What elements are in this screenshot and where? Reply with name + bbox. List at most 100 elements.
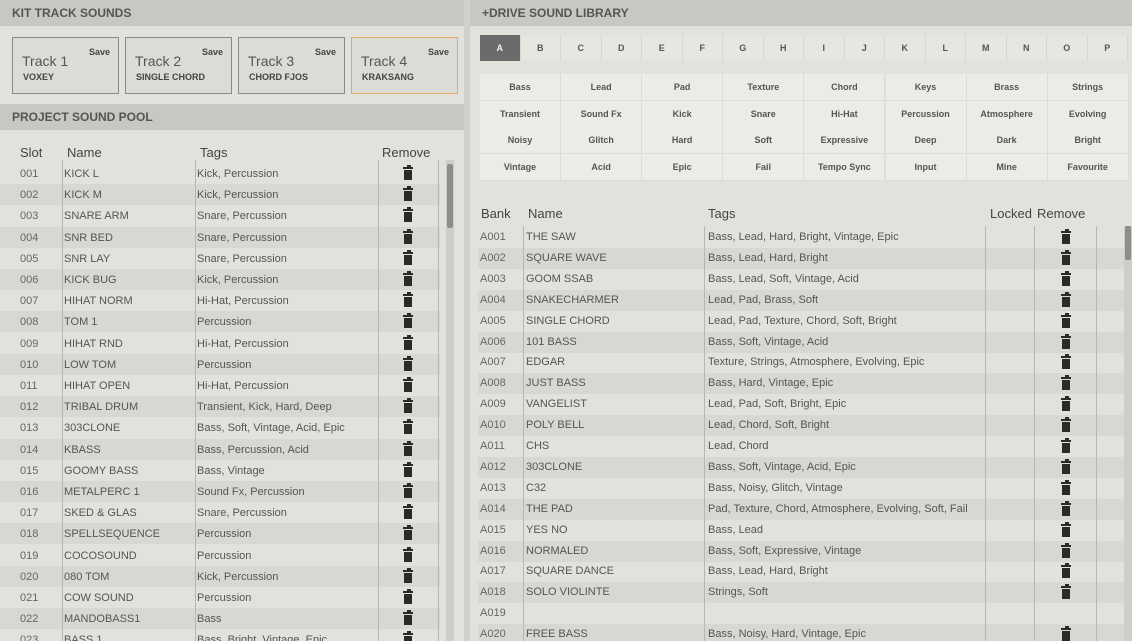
tag-filter-button[interactable]: Acid: [561, 154, 643, 182]
tag-filter-button[interactable]: Vintage: [480, 154, 561, 182]
column-header-tags[interactable]: Tags: [200, 145, 227, 160]
column-header-tags[interactable]: Tags: [708, 206, 735, 221]
letter-tab-i[interactable]: I: [804, 35, 845, 61]
tag-filter-button[interactable]: Soft: [723, 127, 805, 155]
trash-icon[interactable]: [403, 186, 413, 202]
letter-tab-a[interactable]: A: [480, 35, 521, 61]
trash-icon[interactable]: [403, 271, 413, 286]
tag-filter-button[interactable]: Pad: [642, 74, 724, 101]
table-row[interactable]: 016 METALPERC 1 Sound Fx, Percussion: [0, 481, 440, 502]
table-row[interactable]: 013 303CLONE Bass, Soft, Vintage, Acid, Ep…: [0, 417, 440, 438]
trash-icon[interactable]: [1061, 354, 1071, 370]
save-button[interactable]: Save: [89, 47, 110, 57]
letter-tab-l[interactable]: L: [925, 35, 966, 61]
table-row[interactable]: A012 303CLONE Bass, Soft, Vintage, Acid, E…: [478, 456, 1124, 478]
trash-icon[interactable]: [1061, 438, 1071, 453]
table-row[interactable]: A020 FREE BASS Bass, Noisy, Hard, Vintage,…: [478, 624, 1124, 641]
tag-filter-button[interactable]: Strings: [1047, 74, 1129, 101]
tag-filter-button[interactable]: Lead: [561, 74, 643, 101]
tag-filter-button[interactable]: Texture: [723, 74, 805, 101]
trash-icon[interactable]: [1061, 479, 1071, 495]
trash-icon[interactable]: [1061, 312, 1071, 328]
letter-tab-k[interactable]: K: [885, 35, 926, 61]
tag-filter-button[interactable]: Transient: [480, 100, 561, 128]
save-button[interactable]: Save: [202, 47, 223, 57]
trash-icon[interactable]: [403, 398, 413, 414]
trash-icon[interactable]: [1061, 458, 1071, 474]
trash-icon[interactable]: [403, 313, 413, 329]
tag-filter-button[interactable]: Hard: [642, 127, 724, 155]
trash-icon[interactable]: [403, 228, 413, 244]
letter-tab-m[interactable]: M: [966, 35, 1007, 61]
table-row[interactable]: A014 THE PAD Pad, Texture, Chord, Atmosphe…: [478, 498, 1124, 520]
table-row[interactable]: A013 C32 Bass, Noisy, Glitch, Vintage: [478, 478, 1124, 499]
trash-icon[interactable]: [1061, 563, 1071, 579]
table-row[interactable]: 009 HIHAT RND Hi-Hat, Percussion: [0, 333, 440, 354]
tag-filter-button[interactable]: Deep: [885, 127, 967, 155]
tag-filter-button[interactable]: Dark: [966, 127, 1048, 155]
tag-filter-button[interactable]: Hi-Hat: [804, 100, 886, 128]
trash-icon[interactable]: [403, 461, 413, 477]
letter-tab-j[interactable]: J: [844, 35, 885, 61]
tag-filter-button[interactable]: Input: [885, 154, 967, 182]
table-row[interactable]: 020 080 TOM Kick, Percussion: [0, 565, 440, 587]
trash-icon[interactable]: [403, 334, 413, 350]
table-row[interactable]: A011 CHS Lead, Chord: [478, 436, 1124, 457]
table-row[interactable]: A009 VANGELIST Lead, Pad, Soft, Bright, Ep…: [478, 394, 1124, 415]
trash-icon[interactable]: [403, 483, 413, 498]
tag-filter-button[interactable]: Keys: [885, 74, 967, 101]
letter-tab-b[interactable]: B: [520, 35, 561, 61]
trash-icon[interactable]: [1061, 500, 1071, 516]
trash-icon[interactable]: [1061, 229, 1071, 244]
trash-icon[interactable]: [403, 355, 413, 371]
column-header-name[interactable]: Name: [528, 206, 563, 221]
trash-icon[interactable]: [403, 504, 413, 520]
trash-icon[interactable]: [403, 546, 413, 562]
pool-scrollbar-thumb[interactable]: [447, 164, 453, 228]
table-row[interactable]: 019 COCOSOUND Percussion: [0, 545, 440, 566]
pool-scrollbar[interactable]: [446, 160, 454, 641]
tag-filter-button[interactable]: Mine: [966, 154, 1048, 182]
library-scrollbar-thumb[interactable]: [1125, 226, 1131, 260]
table-row[interactable]: A001 THE SAW Bass, Lead, Hard, Bright, Vin…: [478, 227, 1124, 248]
trash-icon[interactable]: [1061, 521, 1071, 537]
table-row[interactable]: 001 KICK L Kick, Percussion: [0, 163, 440, 184]
table-row[interactable]: A006 101 BASS Bass, Soft, Vintage, Acid: [478, 331, 1124, 353]
table-row[interactable]: A004 SNAKECHARMER Lead, Pad, Brass, Soft: [478, 289, 1124, 311]
letter-tab-o[interactable]: O: [1047, 35, 1088, 61]
table-row[interactable]: 022 MANDOBASS1 Bass: [0, 608, 440, 630]
table-row[interactable]: A010 POLY BELL Lead, Chord, Soft, Bright: [478, 415, 1124, 437]
trash-icon[interactable]: [403, 207, 413, 223]
letter-tab-e[interactable]: E: [642, 35, 683, 61]
table-row[interactable]: A019: [478, 603, 1124, 624]
table-row[interactable]: 015 GOOMY BASS Bass, Vintage: [0, 460, 440, 481]
table-row[interactable]: 010 LOW TOM Percussion: [0, 353, 440, 375]
column-header-bank[interactable]: Bank: [481, 206, 511, 221]
tag-filter-button[interactable]: Favourite: [1047, 154, 1129, 182]
table-row[interactable]: 004 SNR BED Snare, Percussion: [0, 226, 440, 248]
table-row[interactable]: A008 JUST BASS Bass, Hard, Vintage, Epic: [478, 373, 1124, 395]
trash-icon[interactable]: [1061, 270, 1071, 286]
table-row[interactable]: 014 KBASS Bass, Percussion, Acid: [0, 438, 440, 460]
save-button[interactable]: Save: [428, 47, 449, 57]
trash-icon[interactable]: [1061, 375, 1071, 391]
track-slot-3[interactable]: Track 3 Save CHORD FJOS: [238, 37, 345, 94]
tag-filter-button[interactable]: Percussion: [885, 100, 967, 128]
trash-icon[interactable]: [1061, 626, 1071, 641]
table-row[interactable]: A016 NORMALED Bass, Soft, Expressive, Vint…: [478, 540, 1124, 562]
trash-icon[interactable]: [1061, 542, 1071, 558]
table-row[interactable]: 007 HIHAT NORM Hi-Hat, Percussion: [0, 290, 440, 311]
table-row[interactable]: A002 SQUARE WAVE Bass, Lead, Hard, Bright: [478, 247, 1124, 269]
table-row[interactable]: 021 COW SOUND Percussion: [0, 587, 440, 608]
trash-icon[interactable]: [403, 165, 413, 180]
column-header-name[interactable]: Name: [67, 145, 102, 160]
trash-icon[interactable]: [403, 567, 413, 583]
trash-icon[interactable]: [1061, 396, 1071, 412]
table-row[interactable]: 002 KICK M Kick, Percussion: [0, 184, 440, 206]
tag-filter-button[interactable]: Bass: [480, 74, 561, 101]
letter-tab-f[interactable]: F: [682, 35, 723, 61]
trash-icon[interactable]: [1061, 291, 1071, 307]
tag-filter-button[interactable]: Glitch: [561, 127, 643, 155]
save-button[interactable]: Save: [315, 47, 336, 57]
trash-icon[interactable]: [403, 377, 413, 392]
